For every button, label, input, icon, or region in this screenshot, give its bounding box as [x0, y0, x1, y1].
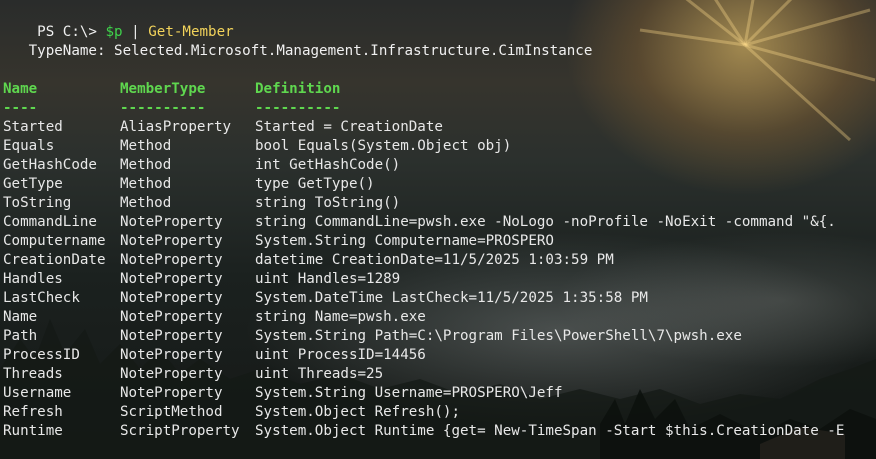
prompt-label: PS C:\>	[37, 24, 97, 40]
member-type: NoteProperty	[120, 214, 223, 230]
member-type: NoteProperty	[120, 233, 223, 249]
member-name: ProcessID	[3, 347, 80, 363]
member-definition: datetime CreationDate=11/5/2025 1:03:59 …	[255, 252, 614, 268]
member-definition: string ToString()	[255, 195, 401, 211]
header-definition-rule: ----------	[255, 100, 341, 116]
member-type: NoteProperty	[120, 271, 223, 287]
member-definition: System.String Username=PROSPERO\Jeff	[255, 385, 563, 401]
member-definition: uint Handles=1289	[255, 271, 401, 287]
member-type: Method	[120, 195, 172, 211]
member-definition: System.String Path=C:\Program Files\Powe…	[255, 328, 742, 344]
header-membertype: MemberType	[120, 81, 206, 97]
member-type: NoteProperty	[120, 252, 223, 268]
member-definition: string Name=pwsh.exe	[255, 309, 426, 325]
member-definition: int GetHashCode()	[255, 157, 401, 173]
member-type: Method	[120, 176, 172, 192]
variable-token: $p	[105, 24, 123, 40]
member-name: Started	[3, 119, 63, 135]
member-type: NoteProperty	[120, 328, 223, 344]
member-name: Refresh	[3, 404, 63, 420]
member-name: CommandLine	[3, 214, 97, 230]
member-name: Handles	[3, 271, 63, 287]
member-definition: System.Object Refresh();	[255, 404, 460, 420]
member-name: CreationDate	[3, 252, 106, 268]
header-name-rule: ----	[3, 100, 38, 116]
member-name: LastCheck	[3, 290, 80, 306]
member-definition: uint Threads=25	[255, 366, 384, 382]
member-name: GetHashCode	[3, 157, 97, 173]
member-type: NoteProperty	[120, 309, 223, 325]
typename-line: TypeName: Selected.Microsoft.Management.…	[3, 43, 593, 59]
member-name: Path	[3, 328, 38, 344]
member-name: Runtime	[3, 423, 63, 439]
member-definition: type GetType()	[255, 176, 375, 192]
member-name: Username	[3, 385, 72, 401]
terminal-output: PS C:\> $p | Get-Member TypeName: Select…	[0, 0, 876, 459]
member-type: ScriptMethod	[120, 404, 223, 420]
member-type: NoteProperty	[120, 366, 223, 382]
header-name: Name	[3, 81, 38, 97]
member-name: GetType	[3, 176, 63, 192]
pipe-token: |	[131, 24, 140, 40]
member-definition: bool Equals(System.Object obj)	[255, 138, 512, 154]
member-definition: System.String Computername=PROSPERO	[255, 233, 554, 249]
member-type: Method	[120, 157, 172, 173]
member-name: Name	[3, 309, 38, 325]
member-definition: System.DateTime LastCheck=11/5/2025 1:35…	[255, 290, 648, 306]
member-type: Method	[120, 138, 172, 154]
member-definition: uint ProcessID=14456	[255, 347, 426, 363]
member-name: Equals	[3, 138, 55, 154]
member-definition: System.Object Runtime {get= New-TimeSpan…	[255, 423, 845, 439]
header-membertype-rule: ----------	[120, 100, 206, 116]
member-name: Threads	[3, 366, 63, 382]
member-type: NoteProperty	[120, 385, 223, 401]
column-headers: Name MemberType Definition	[3, 80, 340, 99]
header-definition: Definition	[255, 81, 341, 97]
column-header-rules: ---- ---------- ----------	[3, 99, 340, 118]
member-definition: string CommandLine=pwsh.exe -NoLogo -noP…	[255, 214, 836, 230]
member-type: ScriptProperty	[120, 423, 240, 439]
member-name: ToString	[3, 195, 72, 211]
member-type: AliasProperty	[120, 119, 232, 135]
prompt-line[interactable]: PS C:\> $p | Get-Member	[3, 4, 234, 40]
member-name: Computername	[3, 233, 106, 249]
member-type: NoteProperty	[120, 290, 223, 306]
member-type: NoteProperty	[120, 347, 223, 363]
member-definition: Started = CreationDate	[255, 119, 443, 135]
command-token: Get-Member	[148, 24, 234, 40]
